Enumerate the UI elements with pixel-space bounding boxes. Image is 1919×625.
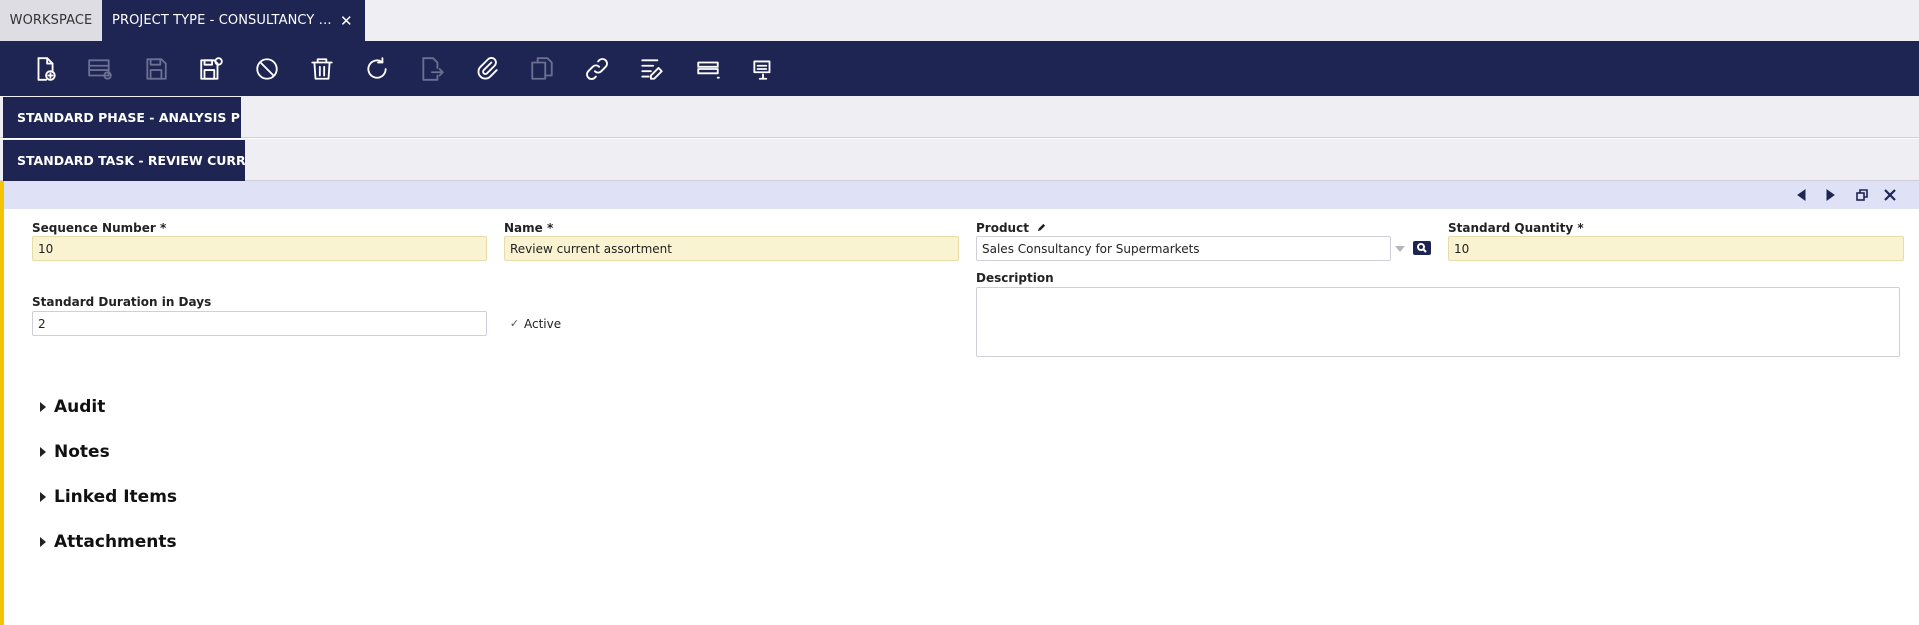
new-document-icon[interactable] [29, 53, 61, 85]
tab-project-type-label: PROJECT TYPE - CONSULTANCY PRO... [112, 13, 332, 28]
caret-right-icon [40, 492, 46, 502]
subtab-row-task: STANDARD TASK - REVIEW CURRENT... [0, 139, 1919, 181]
name-input[interactable]: Review current assortment [504, 236, 959, 261]
toolbar [0, 41, 1919, 96]
window-tab-strip: WORKSPACE PROJECT TYPE - CONSULTANCY PRO… [0, 0, 1919, 41]
cancel-icon[interactable] [251, 53, 283, 85]
product-input[interactable]: Sales Consultancy for Supermarkets [976, 236, 1391, 261]
active-label: Active [524, 317, 562, 331]
close-icon[interactable]: ✕ [340, 12, 353, 30]
caret-right-icon [40, 447, 46, 457]
save-new-icon[interactable] [195, 53, 227, 85]
attachment-icon[interactable] [471, 53, 503, 85]
search-icon[interactable] [1413, 241, 1431, 255]
audit-trail-icon[interactable] [636, 53, 668, 85]
clone-icon[interactable] [747, 53, 779, 85]
subtab-row-phase: STANDARD PHASE - ANALYSIS PHAS... [0, 96, 1919, 138]
section-audit[interactable]: Audit [40, 397, 105, 417]
new-row-icon[interactable] [84, 53, 116, 85]
standard-duration-label: Standard Duration in Days [32, 295, 212, 309]
standard-quantity-input[interactable]: 10 [1448, 236, 1904, 261]
grid-view-icon[interactable] [692, 53, 724, 85]
description-label: Description [976, 271, 1054, 285]
close-form-icon[interactable] [1882, 187, 1898, 203]
section-audit-title: Audit [54, 397, 106, 417]
product-label-text: Product [976, 221, 1029, 235]
tab-workspace[interactable]: WORKSPACE [0, 0, 102, 41]
active-checkbox[interactable]: ✓ [508, 317, 521, 330]
delete-icon[interactable] [306, 53, 338, 85]
section-notes-title: Notes [54, 442, 110, 462]
description-textarea[interactable] [976, 287, 1900, 357]
standard-quantity-label: Standard Quantity * [1448, 221, 1584, 235]
active-record-indicator [0, 181, 4, 625]
section-attachments-title: Attachments [54, 532, 177, 552]
caret-right-icon [40, 537, 46, 547]
product-label: Product [976, 221, 1046, 235]
tab-standard-phase[interactable]: STANDARD PHASE - ANALYSIS PHAS... [3, 97, 241, 138]
pencil-icon[interactable] [1037, 221, 1046, 235]
link-icon[interactable] [581, 53, 613, 85]
record-nav-bar [4, 181, 1919, 209]
export-icon[interactable] [416, 53, 448, 85]
refresh-icon[interactable] [361, 53, 393, 85]
chevron-down-icon[interactable] [1395, 246, 1405, 252]
caret-right-icon [40, 402, 46, 412]
section-linked-items[interactable]: Linked Items [40, 487, 177, 507]
sequence-number-input[interactable]: 10 [32, 236, 487, 261]
copy-record-icon[interactable] [526, 53, 558, 85]
next-record-icon[interactable] [1822, 187, 1838, 203]
tab-standard-task[interactable]: STANDARD TASK - REVIEW CURRENT... [3, 140, 245, 181]
section-notes[interactable]: Notes [40, 442, 110, 462]
save-icon[interactable] [140, 53, 172, 85]
previous-record-icon[interactable] [1794, 187, 1810, 203]
sequence-number-label: Sequence Number * [32, 221, 167, 235]
name-label: Name * [504, 221, 554, 235]
section-linked-items-title: Linked Items [54, 487, 178, 507]
standard-duration-input[interactable]: 2 [32, 311, 487, 336]
tab-project-type[interactable]: PROJECT TYPE - CONSULTANCY PRO... ✕ [102, 0, 365, 41]
section-attachments[interactable]: Attachments [40, 532, 177, 552]
maximize-icon[interactable] [1854, 187, 1870, 203]
